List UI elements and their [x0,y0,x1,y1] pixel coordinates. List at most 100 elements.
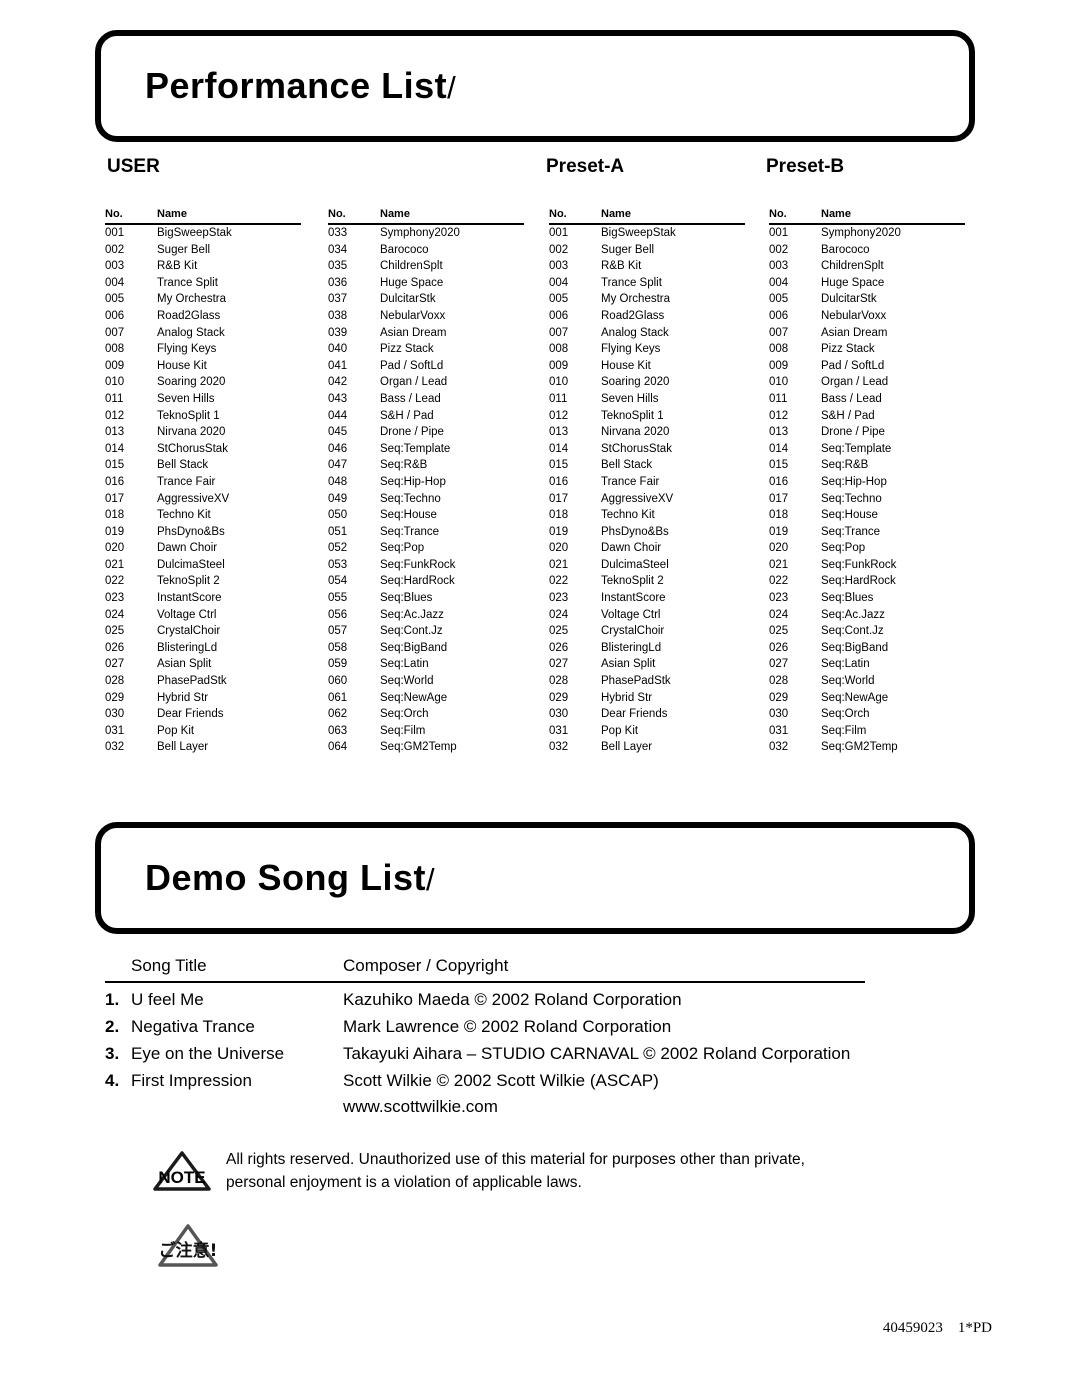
cell-name: Barococo [821,243,870,256]
cell-no: 043 [328,392,348,405]
cell-name: Bell Layer [157,741,209,754]
table-row: 002 Barococo [769,242,965,259]
table-row: 026 Seq:BigBand [769,640,965,657]
column-header-name: Name [380,208,410,220]
table-row: 022 Seq:HardRock [769,573,965,590]
cell-name: Seq:Techno [821,492,882,505]
cell-name: Analog Stack [157,326,225,339]
cell-name: TeknoSplit 2 [601,575,664,588]
table-row: 034 Barococo [328,242,524,259]
table-row: 026 BlisteringLd [105,640,301,657]
cell-name: PhasePadStk [157,675,227,688]
table-row: 040 Pizz Stack [328,341,524,358]
cell-no: 024 [105,608,125,621]
table-row: 028 Seq:World [769,673,965,690]
table-row: 024 Voltage Ctrl [105,607,301,624]
table-row: 021 Seq:FunkRock [769,557,965,574]
column-header-no: No. [549,208,567,220]
table-row: 041 Pad / SoftLd [328,358,524,375]
table-row: 008 Flying Keys [105,341,301,358]
cell-no: 005 [769,293,789,306]
cell-name: Barococo [380,243,429,256]
cell-no: 035 [328,260,348,273]
cell-name: Nirvana 2020 [157,426,226,439]
cell-name: PhsDyno&Bs [157,525,225,538]
cell-name: Nirvana 2020 [601,426,670,439]
cell-name: Drone / Pipe [821,426,885,439]
cell-name: Symphony2020 [821,227,901,239]
performance-column-header: No. Name [769,208,965,225]
demo-song-list-banner: Demo Song List/ [95,822,975,934]
cell-name: Seq:R&B [380,459,428,472]
cell-no: 021 [549,558,569,571]
table-row: 024 Seq:Ac.Jazz [769,607,965,624]
cell-name: Seq:Latin [380,658,429,671]
table-row: 018 Techno Kit [549,507,745,524]
cell-no: 017 [549,492,569,505]
cell-no: 021 [769,558,789,571]
table-row: 032 Bell Layer [549,739,745,756]
cell-no: 012 [769,409,789,422]
cell-name: Seq:NewAge [380,691,448,704]
cell-no: 005 [549,293,569,306]
table-row: 023 InstantScore [105,590,301,607]
cell-no: 030 [105,708,125,721]
cell-name: Seq:FunkRock [821,558,897,571]
cell-no: 060 [328,675,348,688]
demo-song-index: 3. [105,1044,120,1063]
cell-name: TeknoSplit 2 [157,575,220,588]
demo-song-list-title: Demo Song List/ [101,857,435,899]
performance-column-1: No. Name 033 Symphony2020 034 Barococo 035 Chil… [328,208,524,756]
cell-name: Seq:Ac.Jazz [821,608,885,621]
cell-no: 019 [105,525,125,538]
cell-name: Seq:Pop [380,542,425,555]
table-row: 007 Analog Stack [549,325,745,342]
cell-no: 013 [769,426,789,439]
cell-no: 026 [105,641,125,654]
cell-name: Hybrid Str [157,691,209,704]
table-row: 003 ChildrenSplt [769,258,965,275]
cell-no: 019 [769,525,789,538]
table-row: 061 Seq:NewAge [328,690,524,707]
table-row: 031 Pop Kit [549,723,745,740]
table-row: 030 Dear Friends [105,706,301,723]
cell-no: 033 [328,227,348,239]
table-row: 046 Seq:Template [328,441,524,458]
demo-song-row: 1. U feel Me Kazuhiko Maeda © 2002 Roland … [105,983,865,1013]
table-row: 013 Nirvana 2020 [549,424,745,441]
cell-name: Dear Friends [157,708,224,721]
table-row: 007 Analog Stack [105,325,301,342]
cell-no: 023 [769,592,789,605]
cell-no: 012 [549,409,569,422]
cell-no: 018 [105,509,125,522]
cell-no: 010 [769,376,789,389]
table-row: 022 TeknoSplit 2 [549,573,745,590]
column-header-no: No. [105,208,123,220]
table-row: 003 R&B Kit [549,258,745,275]
cell-no: 027 [549,658,569,671]
cell-name: Seq:FunkRock [380,558,456,571]
column-header-no: No. [769,208,787,220]
cell-name: Seq:Template [380,442,451,455]
table-row: 005 My Orchestra [549,291,745,308]
cell-name: Road2Glass [157,309,221,322]
table-row: 057 Seq:Cont.Jz [328,623,524,640]
cell-name: Bass / Lead [380,392,441,405]
cell-no: 029 [549,691,569,704]
cell-name: Seq:Hip-Hop [380,475,446,488]
note-text: All rights reserved. Unauthorized use of… [212,1148,805,1194]
table-row: 003 R&B Kit [105,258,301,275]
performance-list-title-text: Performance List [145,65,448,106]
cell-no: 053 [328,558,348,571]
table-row: 060 Seq:World [328,673,524,690]
cell-name: Techno Kit [601,509,655,522]
demo-song-table: Song Title Composer / Copyright 1. U feel… [105,956,865,1120]
cell-no: 011 [549,392,568,405]
cell-name: Seq:Film [821,724,867,737]
cell-no: 039 [328,326,348,339]
cell-no: 024 [769,608,789,621]
table-row: 049 Seq:Techno [328,491,524,508]
cell-name: Seq:HardRock [821,575,896,588]
cell-name: Seq:Template [821,442,892,455]
